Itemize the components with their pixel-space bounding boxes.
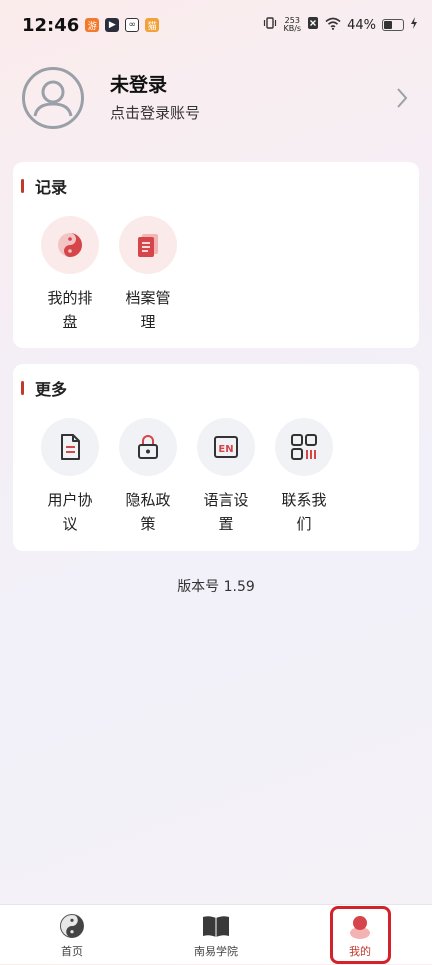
chevron-right-icon[interactable] — [390, 86, 414, 110]
user-avatar-icon — [33, 80, 73, 117]
battery-percent: 44% — [347, 17, 376, 33]
status-bar: 12:46 游 ▶ ∞ 猫 253 KB/s 44% — [0, 0, 432, 50]
icon-circle — [41, 418, 99, 476]
records-title: 记录 — [35, 178, 68, 197]
nav-label: 南易学院 — [194, 945, 238, 958]
title-accent-bar — [21, 179, 24, 193]
records-items: 我的排盘 档案管理 — [31, 216, 187, 334]
my-charts-button[interactable]: 我的排盘 — [31, 216, 109, 334]
item-label: 档案管理 — [125, 289, 171, 331]
book-icon — [203, 916, 229, 937]
nav-label: 首页 — [61, 945, 83, 958]
records-card: 记录 我的排盘 档案管理 — [13, 162, 419, 348]
item-label: 语言设置 — [203, 491, 249, 533]
more-items: 用户协议 隐私政策 EN 语言设置 联系我们 — [31, 418, 343, 536]
nav-icon-wrap — [59, 913, 85, 939]
yin-yang-icon — [60, 914, 84, 938]
link-app-icon: ∞ — [125, 18, 140, 32]
status-time: 12:46 — [22, 14, 80, 36]
nav-mine[interactable]: 我的 — [334, 905, 386, 965]
avatar[interactable] — [22, 67, 84, 129]
more-title-row: 更多 — [21, 376, 67, 400]
qr-code-icon — [291, 434, 317, 460]
cat-app-icon: 猫 — [145, 18, 160, 32]
documents-icon — [138, 234, 158, 257]
profile-login-row[interactable]: 未登录 点击登录账号 — [22, 66, 414, 130]
icon-circle: EN — [197, 418, 255, 476]
status-right: 253 KB/s 44% — [263, 16, 418, 34]
bottom-nav: 首页 南易学院 我的 — [0, 904, 432, 964]
language-settings-button[interactable]: EN 语言设置 — [187, 418, 265, 536]
contact-us-button[interactable]: 联系我们 — [265, 418, 343, 536]
status-left: 12:46 游 ▶ ∞ 猫 — [22, 14, 160, 36]
profile-subtitle: 点击登录账号 — [110, 104, 201, 122]
item-label: 用户协议 — [47, 491, 93, 533]
item-label: 隐私政策 — [125, 491, 171, 533]
vibrate-icon — [263, 16, 277, 34]
title-accent-bar — [21, 381, 24, 395]
more-card: 更多 用户协议 隐私政策 EN 语言设置 联系我们 — [13, 364, 419, 551]
play-app-icon: ▶ — [105, 18, 120, 32]
profile-name: 未登录 — [110, 74, 168, 96]
notification-app-icon: 游 — [85, 18, 100, 32]
network-speed: 253 KB/s — [283, 17, 301, 33]
charging-icon — [410, 17, 418, 33]
item-label: 我的排盘 — [47, 289, 93, 331]
nav-icon-wrap — [201, 913, 231, 939]
icon-circle — [119, 216, 177, 274]
user-icon — [350, 916, 370, 939]
archive-management-button[interactable]: 档案管理 — [109, 216, 187, 334]
battery-icon — [382, 19, 404, 31]
icon-circle — [119, 418, 177, 476]
version-label: 版本号 1.59 — [177, 579, 255, 595]
lock-icon — [138, 435, 158, 459]
records-title-row: 记录 — [21, 174, 67, 198]
sim-off-icon — [307, 16, 319, 34]
nav-academy[interactable]: 南易学院 — [186, 905, 246, 965]
item-label: 联系我们 — [281, 491, 327, 533]
yin-yang-icon — [58, 233, 82, 257]
language-en-icon: EN — [214, 436, 238, 458]
nav-home[interactable]: 首页 — [46, 905, 98, 965]
document-icon — [61, 434, 80, 460]
icon-circle — [275, 418, 333, 476]
more-title: 更多 — [35, 380, 68, 399]
svg-text:EN: EN — [218, 444, 233, 455]
privacy-policy-button[interactable]: 隐私政策 — [109, 418, 187, 536]
nav-label: 我的 — [349, 945, 371, 958]
user-agreement-button[interactable]: 用户协议 — [31, 418, 109, 536]
profile-text: 未登录 点击登录账号 — [110, 72, 390, 124]
nav-icon-wrap — [347, 913, 373, 939]
wifi-icon — [325, 17, 341, 34]
network-speed-unit: KB/s — [283, 24, 302, 33]
icon-circle — [41, 216, 99, 274]
